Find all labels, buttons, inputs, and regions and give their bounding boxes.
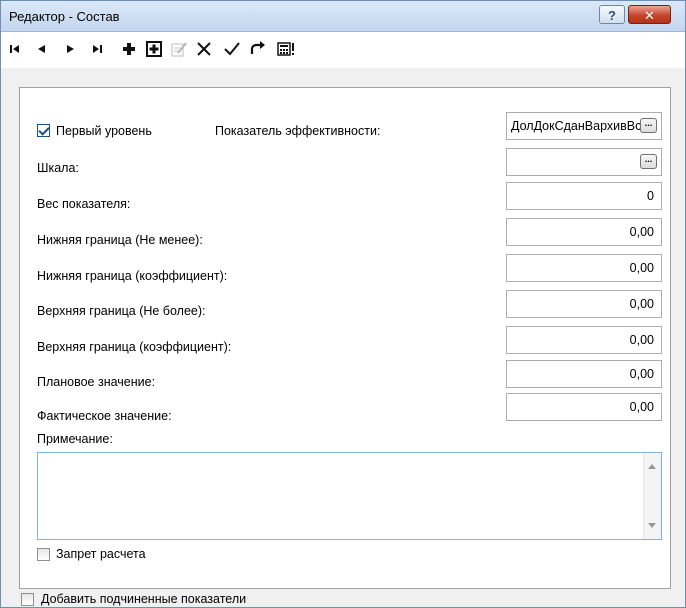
apply-icon xyxy=(224,42,240,56)
planned-field[interactable]: 0,00 xyxy=(506,360,662,388)
last-record-button[interactable] xyxy=(87,38,109,60)
next-record-button[interactable] xyxy=(59,38,81,60)
add-subordinate-label: Добавить подчиненные показатели xyxy=(41,592,247,606)
scale-field[interactable]: ... xyxy=(506,148,662,176)
note-textarea[interactable] xyxy=(37,452,662,540)
delete-icon xyxy=(197,42,211,56)
add-boxed-icon xyxy=(146,41,162,57)
note-label: Примечание: xyxy=(37,432,113,446)
next-record-icon xyxy=(67,45,74,53)
refresh-icon xyxy=(250,41,265,54)
lower-coef-field[interactable]: 0,00 xyxy=(506,254,662,282)
prev-record-button[interactable] xyxy=(31,38,53,60)
upper-coef-field[interactable]: 0,00 xyxy=(506,326,662,354)
lower-bound-field[interactable]: 0,00 xyxy=(506,218,662,246)
toolbar xyxy=(1,32,685,68)
apply-button[interactable] xyxy=(221,38,243,60)
help-button[interactable]: ? xyxy=(599,5,625,24)
scroll-down-icon[interactable] xyxy=(648,523,656,528)
edit-icon xyxy=(171,42,187,57)
planned-label: Плановое значение: xyxy=(37,375,156,389)
window-title: Редактор - Состав xyxy=(9,9,120,24)
form-panel: Первый уровень Показатель эффективности:… xyxy=(19,87,671,589)
lower-bound-label: Нижняя граница (Не менее): xyxy=(37,233,203,247)
indicator-value: ДолДокСданВархивВсро xyxy=(511,119,656,133)
edit-button[interactable] xyxy=(168,38,190,60)
prev-record-icon xyxy=(38,45,45,53)
first-level-label: Первый уровень xyxy=(56,124,152,138)
upper-bound-label: Верхняя граница (Не более): xyxy=(37,304,206,318)
actual-label: Фактическое значение: xyxy=(37,409,172,423)
indicator-ellipsis-button[interactable]: ... xyxy=(640,118,657,133)
indicator-label: Показатель эффективности: xyxy=(215,124,381,138)
close-button[interactable]: ✕ xyxy=(628,5,671,24)
scale-ellipsis-button[interactable]: ... xyxy=(640,154,657,169)
weight-field[interactable]: 0 xyxy=(506,182,662,210)
upper-coef-label: Верхняя граница (коэффициент): xyxy=(37,340,232,354)
add-icon xyxy=(123,43,135,55)
lower-coef-label: Нижняя граница (коэффициент): xyxy=(37,269,228,283)
weight-label: Вес показателя: xyxy=(37,197,131,211)
first-record-button[interactable] xyxy=(5,38,27,60)
add-boxed-button[interactable] xyxy=(143,38,165,60)
title-bar[interactable]: Редактор - Состав ? ✕ xyxy=(1,1,685,32)
calc-ban-label: Запрет расчета xyxy=(56,547,146,561)
first-level-checkbox[interactable] xyxy=(37,124,50,137)
upper-bound-field[interactable]: 0,00 xyxy=(506,290,662,318)
scale-label: Шкала: xyxy=(37,161,79,175)
note-scrollbar[interactable] xyxy=(643,453,661,539)
last-record-icon xyxy=(93,45,102,53)
indicator-field[interactable]: ДолДокСданВархивВсро ... xyxy=(506,112,662,140)
calculator-icon xyxy=(277,42,294,56)
calc-ban-checkbox[interactable] xyxy=(37,548,50,561)
add-subordinate-checkbox[interactable] xyxy=(21,593,34,606)
add-button[interactable] xyxy=(118,38,140,60)
refresh-button[interactable] xyxy=(246,38,268,60)
scroll-up-icon[interactable] xyxy=(648,464,656,469)
delete-button[interactable] xyxy=(193,38,215,60)
editor-window: Редактор - Состав ? ✕ Первый уровень Пок… xyxy=(0,0,686,608)
calculator-button[interactable] xyxy=(275,38,297,60)
first-record-icon xyxy=(10,45,19,53)
actual-field[interactable]: 0,00 xyxy=(506,393,662,421)
